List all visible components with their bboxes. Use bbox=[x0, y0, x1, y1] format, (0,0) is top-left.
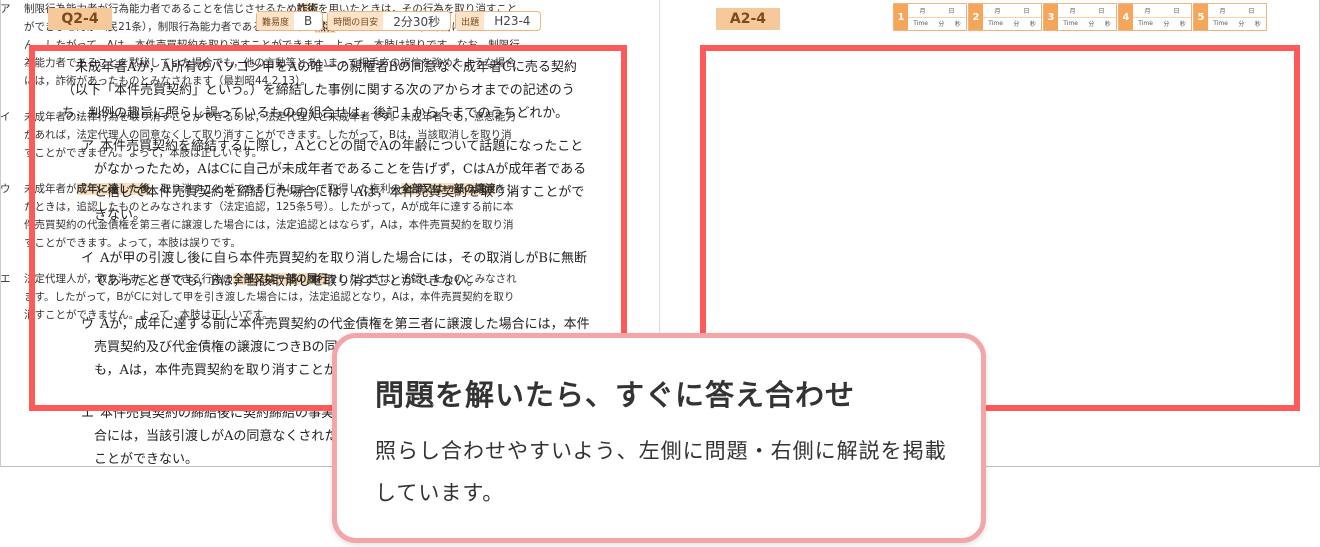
day-label: 日 bbox=[1098, 7, 1105, 15]
answer-label: ウ bbox=[0, 183, 11, 195]
month-label: 月 bbox=[1069, 7, 1076, 15]
time-guide-value: 2分30秒 bbox=[393, 14, 441, 29]
minute-label: 分 bbox=[1163, 21, 1170, 29]
page-edge-left bbox=[0, 0, 1, 467]
time-label: Time bbox=[1213, 20, 1228, 28]
answer-number-tab: A2-4 bbox=[716, 8, 780, 30]
second-label: 秒 bbox=[1254, 21, 1261, 29]
time-label: Time bbox=[1138, 20, 1153, 28]
time-log-entry: 4 月 日 Time 分 秒 bbox=[1118, 3, 1192, 31]
callout-description: 照らし合わせやすいよう、左側に問題・右側に解説を掲載しています。 bbox=[375, 439, 947, 505]
difficulty-value: B bbox=[304, 14, 313, 28]
difficulty-box: 難易度 B bbox=[256, 11, 324, 31]
time-label: Time bbox=[913, 20, 928, 28]
second-label: 秒 bbox=[1029, 21, 1036, 29]
minute-label: 分 bbox=[1088, 21, 1095, 29]
month-label: 月 bbox=[1219, 7, 1226, 15]
difficulty-label: 難易度 bbox=[257, 12, 295, 30]
time-guide-box: 時間の目安 2分30秒 bbox=[327, 11, 452, 31]
second-label: 秒 bbox=[1179, 21, 1186, 29]
callout-title: 問題を解いたら、すぐに答え合わせ bbox=[375, 378, 856, 412]
time-log-number: 1 bbox=[894, 4, 908, 30]
question-number-tab: Q2-4 bbox=[48, 8, 112, 30]
source-value: H23-4 bbox=[494, 14, 531, 28]
month-label: 月 bbox=[994, 7, 1001, 15]
source-box: 出題 H23-4 bbox=[455, 11, 542, 31]
time-label: Time bbox=[988, 20, 1003, 28]
time-log-entry: 2 月 日 Time 分 秒 bbox=[968, 3, 1042, 31]
month-label: 月 bbox=[1144, 7, 1151, 15]
second-label: 秒 bbox=[954, 21, 961, 29]
answer-label: ア bbox=[0, 3, 11, 15]
time-log-number: 2 bbox=[969, 4, 983, 30]
time-log-entry: 5 月 日 Time 分 秒 bbox=[1193, 3, 1267, 31]
minute-label: 分 bbox=[938, 21, 945, 29]
answer-label: イ bbox=[0, 111, 11, 123]
answer-label: エ bbox=[0, 273, 11, 285]
feature-callout: 問題を解いたら、すぐに答え合わせ 照らし合わせやすいよう、左側に問題・右側に解説… bbox=[332, 333, 986, 543]
time-log-number: 4 bbox=[1119, 4, 1133, 30]
minute-label: 分 bbox=[1013, 21, 1020, 29]
month-label: 月 bbox=[919, 7, 926, 15]
time-label: Time bbox=[1063, 20, 1078, 28]
time-log-entry: 1 月 日 Time 分 秒 bbox=[893, 3, 967, 31]
time-log-entry: 3 月 日 Time 分 秒 bbox=[1043, 3, 1117, 31]
time-log-number: 3 bbox=[1044, 4, 1058, 30]
day-label: 日 bbox=[948, 7, 955, 15]
study-time-log: 1 月 日 Time 分 秒 2 月 日 Time 分 秒 3 月 日 Time 分 秒 4 月 日 bbox=[893, 3, 1268, 31]
day-label: 日 bbox=[1248, 7, 1255, 15]
day-label: 日 bbox=[1023, 7, 1030, 15]
day-label: 日 bbox=[1173, 7, 1180, 15]
time-log-number: 5 bbox=[1194, 4, 1208, 30]
question-meta: 難易度 B 時間の目安 2分30秒 出題 H23-4 bbox=[256, 11, 542, 33]
minute-label: 分 bbox=[1238, 21, 1245, 29]
time-guide-label: 時間の目安 bbox=[328, 12, 384, 30]
source-label: 出題 bbox=[456, 12, 485, 30]
second-label: 秒 bbox=[1104, 21, 1111, 29]
